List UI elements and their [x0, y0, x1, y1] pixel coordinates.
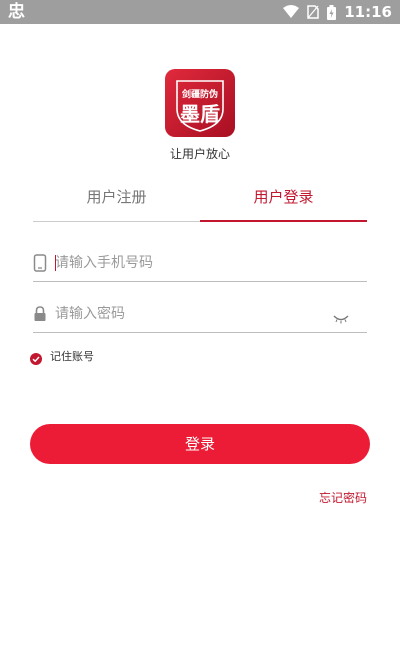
checkbox-checked-icon[interactable] [30, 350, 42, 365]
tab-login[interactable]: 用户登录 [200, 182, 367, 222]
app-logo: 剑疆防伪 墨盾 [165, 69, 235, 137]
status-icons: 11:16 [283, 0, 392, 24]
battery-icon [327, 4, 337, 20]
status-bar: 忠 11:16 [0, 0, 400, 24]
password-input[interactable] [55, 299, 335, 329]
password-field [33, 295, 367, 333]
wifi-icon [283, 5, 300, 19]
tab-register[interactable]: 用户注册 [33, 182, 200, 222]
remember-account-toggle[interactable]: 记住账号 [30, 348, 94, 365]
eye-closed-icon[interactable] [333, 309, 349, 324]
phone-icon [33, 254, 47, 272]
logo-main-text: 墨盾 [180, 102, 220, 126]
sim-icon [307, 5, 319, 19]
phone-field [33, 244, 367, 282]
auth-tabs: 用户注册 用户登录 [33, 182, 367, 222]
lock-icon [33, 305, 47, 323]
text-caret [55, 255, 56, 271]
active-tab-indicator [200, 220, 367, 222]
phone-input[interactable] [55, 248, 335, 278]
app-slogan: 让用户放心 [169, 147, 230, 161]
status-time: 11:16 [344, 3, 392, 21]
login-button[interactable]: 登录 [30, 424, 370, 464]
remember-account-label: 记住账号 [50, 350, 94, 363]
notification-app-icon: 忠 [8, 2, 25, 22]
forgot-password-link[interactable]: 忘记密码 [319, 489, 367, 506]
